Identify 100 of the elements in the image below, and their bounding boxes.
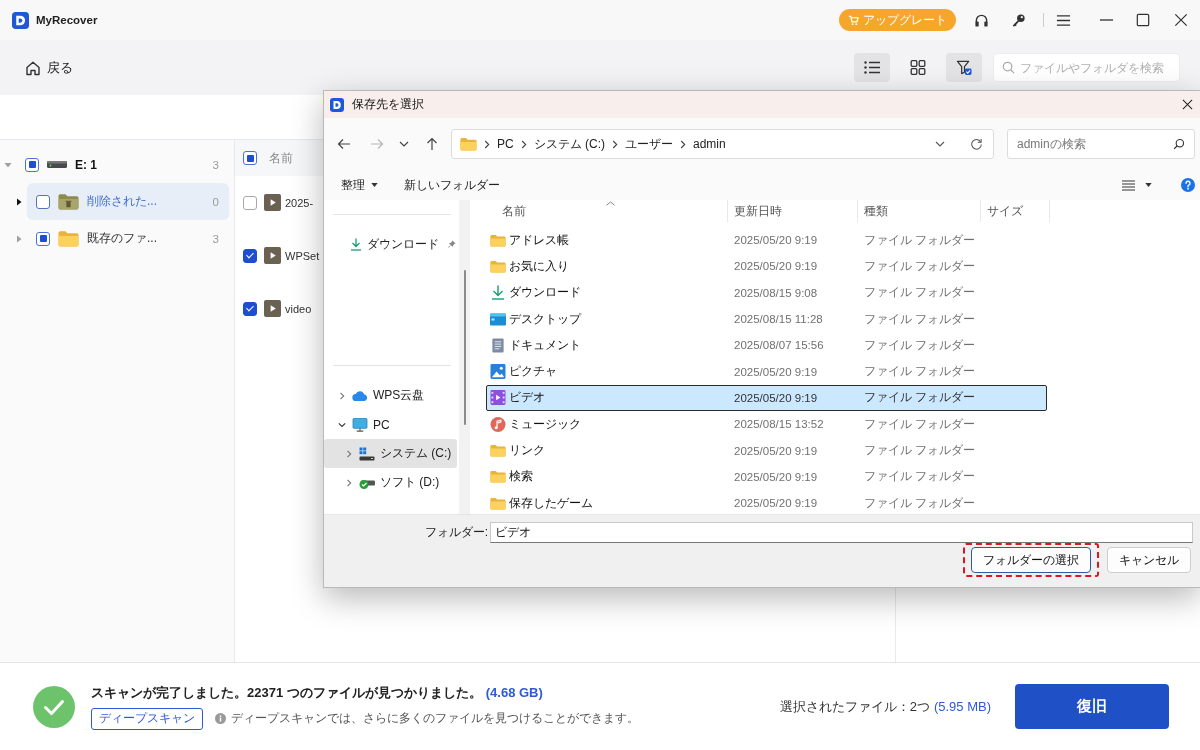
tree-item[interactable]: 削除された... 0 (27, 183, 229, 220)
close-icon[interactable] (1174, 13, 1188, 27)
help-icon[interactable] (1181, 178, 1195, 192)
refresh-icon[interactable] (970, 137, 983, 151)
checkbox[interactable] (36, 194, 50, 209)
file-row[interactable]: ミュージック 2025/08/15 13:52 ファイル フォルダー (486, 411, 1047, 438)
path-segment[interactable]: システム (C:) (533, 135, 605, 153)
list-icon (864, 60, 880, 75)
key-icon[interactable] (1011, 12, 1026, 28)
file-name: ミュージック (509, 415, 581, 433)
file-row[interactable]: ビデオ 2025/05/20 9:19 ファイル フォルダー (486, 384, 1047, 412)
tree-item[interactable]: E: 1 3 (16, 146, 229, 183)
file-row[interactable]: ドキュメント 2025/08/07 15:56 ファイル フォルダー (486, 332, 1047, 359)
home-icon (25, 59, 41, 76)
trash-folder-icon (58, 193, 79, 210)
file-name: 2025- (285, 196, 314, 209)
file-name: ドキュメント (509, 336, 581, 354)
file-name: ダウンロード (509, 284, 581, 302)
pin-icon[interactable] (448, 240, 456, 248)
command-button[interactable]: 新しいフォルダー (401, 176, 503, 194)
quick-access-link[interactable]: ダウンロード (367, 235, 439, 253)
type-cell-text: ファイル フォルダー (863, 442, 977, 459)
folder-icon (490, 232, 506, 248)
chevron-down-icon[interactable] (935, 141, 945, 147)
column-header[interactable]: 種類 (858, 200, 981, 222)
file-row[interactable]: リンク 2025/05/20 9:19 ファイル フォルダー (486, 437, 1047, 464)
file-row[interactable]: お気に入り 2025/05/20 9:19 ファイル フォルダー (486, 253, 1047, 280)
nav-tree-item[interactable]: ソフト (D:) (324, 468, 457, 497)
maximize-icon[interactable] (1136, 13, 1150, 27)
cart-icon (848, 14, 859, 26)
folder-name: 既存のファ... (87, 230, 157, 247)
nav-tree-item[interactable]: PC (324, 410, 457, 439)
dropdown-button[interactable]: 整理 (338, 176, 381, 194)
path-segment[interactable]: PC (497, 137, 514, 151)
checkbox[interactable] (243, 195, 257, 210)
filter-button[interactable] (946, 53, 982, 82)
chevron-right-icon[interactable] (612, 139, 618, 149)
list-view-icon[interactable] (1122, 179, 1135, 191)
type-cell-text: ファイル フォルダー (863, 231, 977, 249)
nav-label: PC (373, 417, 390, 432)
caret-right-icon[interactable] (15, 197, 23, 206)
filter-icon (956, 60, 972, 75)
path-segment[interactable]: ユーザー (625, 135, 673, 153)
cancel-button[interactable]: キャンセル (1107, 547, 1191, 573)
chevron-down-icon[interactable] (399, 141, 409, 147)
minimize-icon[interactable] (1099, 19, 1114, 21)
type-cell-text: ファイル フォルダー (863, 389, 977, 407)
checkbox[interactable] (243, 248, 257, 263)
up-arrow-icon[interactable] (426, 137, 438, 151)
chevron-right-icon[interactable] (484, 139, 490, 149)
back-arrow-icon[interactable] (337, 138, 351, 150)
file-name: デスクトップ (509, 310, 581, 328)
headset-icon[interactable] (974, 12, 989, 28)
column-header[interactable]: サイズ (981, 200, 1050, 222)
file-row[interactable]: 保存したゲーム 2025/05/20 9:19 ファイル フォルダー (486, 489, 1047, 514)
caret-down-icon (371, 183, 378, 187)
caret-down-icon[interactable] (1145, 183, 1152, 187)
file-row[interactable]: ダウンロード 2025/08/15 9:08 ファイル フォルダー (486, 279, 1047, 306)
back-button[interactable]: 戻る (25, 58, 73, 77)
search-field[interactable]: adminの検索 (1007, 129, 1195, 159)
menu-icon[interactable] (1056, 12, 1071, 28)
chevron-down-icon[interactable] (338, 420, 346, 429)
selected-size-text: (5.95 MB) (933, 699, 991, 714)
column-label: 名前 (269, 149, 293, 167)
sort-caret-icon[interactable] (606, 201, 615, 206)
chevron-right-icon[interactable] (680, 139, 686, 149)
recover-button[interactable]: 復旧 (1015, 684, 1169, 729)
checkbox[interactable] (243, 301, 257, 316)
folder-icon (58, 230, 79, 247)
file-row[interactable]: ピクチャ 2025/05/20 9:19 ファイル フォルダー (486, 358, 1047, 385)
checkbox[interactable] (243, 151, 257, 165)
file-row[interactable]: デスクトップ 2025/08/15 11:28 ファイル フォルダー (486, 305, 1047, 333)
search-field[interactable]: ファイルやフォルダを検索 (993, 53, 1180, 82)
nav-tree-item[interactable]: WPS云盘 (324, 381, 457, 410)
column-header[interactable]: 名前 (486, 200, 728, 222)
date-cell-text: 2025/05/20 9:19 (733, 365, 819, 378)
scrollbar-thumb[interactable] (463, 270, 466, 425)
cloud-icon (352, 388, 368, 403)
checkbox[interactable] (25, 157, 39, 172)
file-row[interactable]: 検索 2025/05/20 9:19 ファイル フォルダー (486, 463, 1047, 490)
address-bar[interactable]: PC システム (C:) ユーザー admin (451, 129, 994, 159)
date-cell-text: 2025/05/20 9:19 (733, 391, 819, 404)
select-folder-button[interactable]: フォルダーの選択 (971, 547, 1091, 573)
checkbox[interactable] (36, 231, 50, 246)
path-segment[interactable]: admin (693, 137, 726, 151)
type-cell-text: ファイル フォルダー (863, 310, 977, 328)
deep-scan-button[interactable]: ディープスキャン (91, 707, 203, 730)
close-icon[interactable] (1182, 99, 1193, 110)
nav-tree-item[interactable]: システム (C:) (324, 439, 457, 468)
folder-name-field[interactable]: ビデオ (490, 522, 1193, 543)
file-name: ビデオ (509, 389, 545, 407)
column-header[interactable]: 更新日時 (728, 200, 858, 222)
tree-item[interactable]: 既存のファ... 3 (27, 220, 229, 257)
chevron-right-icon[interactable] (520, 139, 527, 149)
file-name: お気に入り (509, 257, 569, 275)
file-row[interactable]: アドレス帳 2025/05/20 9:19 ファイル フォルダー (486, 227, 1047, 254)
file-name: 保存したゲーム (509, 494, 593, 512)
folder-name: E: 1 (75, 157, 97, 172)
folder-icon (490, 258, 506, 274)
list-view-button[interactable] (854, 53, 890, 82)
